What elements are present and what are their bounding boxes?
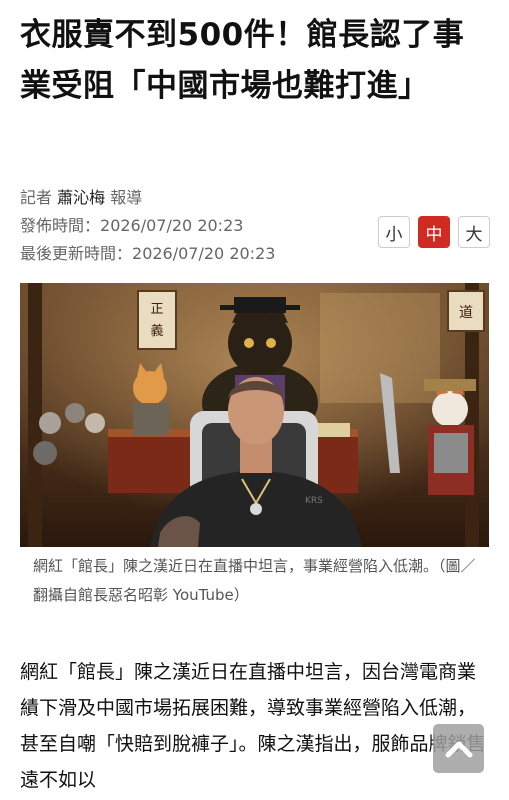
published-time: 2026/07/20 20:23 (100, 216, 244, 235)
author-prefix: 記者 (20, 188, 53, 207)
updated-line: 最後更新時間：2026/07/20 20:23 (20, 240, 275, 264)
font-size-small-button[interactable]: 小 (378, 216, 410, 248)
font-size-medium-button[interactable]: 中 (418, 216, 450, 248)
author-line: 記者 蕭沁梅 報導 (20, 184, 142, 208)
chevron-up-icon (445, 741, 472, 757)
svg-text:義: 義 (150, 323, 163, 339)
updated-label: 最後更新時間： (20, 244, 133, 263)
shirt-text: KRS (305, 496, 323, 506)
font-size-controls: 小 中 大 (378, 216, 490, 248)
published-label: 發佈時間： (20, 216, 101, 235)
author-suffix: 報導 (110, 188, 143, 207)
author-name[interactable]: 蕭沁梅 (57, 188, 105, 207)
font-size-large-button[interactable]: 大 (458, 216, 490, 248)
photo-caption: 網紅「館長」陳之漢近日在直播中坦言，事業經營陷入低潮。（圖／翻攝自館長惡名昭彰 … (33, 557, 476, 604)
article-photo[interactable]: 正 義 道 KRS (20, 283, 489, 547)
sign-right-text: 道 (459, 305, 473, 321)
back-to-top-button[interactable] (433, 724, 484, 773)
photo-illustration: 正 義 道 KRS (20, 283, 489, 547)
updated-time: 2026/07/20 20:23 (132, 244, 276, 263)
article-headline: 衣服賣不到500件！館長認了事業受阻「中國市場也難打進」 (20, 17, 465, 104)
sign-left-text: 正 (150, 302, 163, 317)
article-paragraph: 網紅「館長」陳之漢近日在直播中坦言，因台灣電商業績下滑及中國市場拓展困難，導致事… (20, 661, 486, 791)
published-line: 發佈時間：2026/07/20 20:23 (20, 212, 243, 236)
